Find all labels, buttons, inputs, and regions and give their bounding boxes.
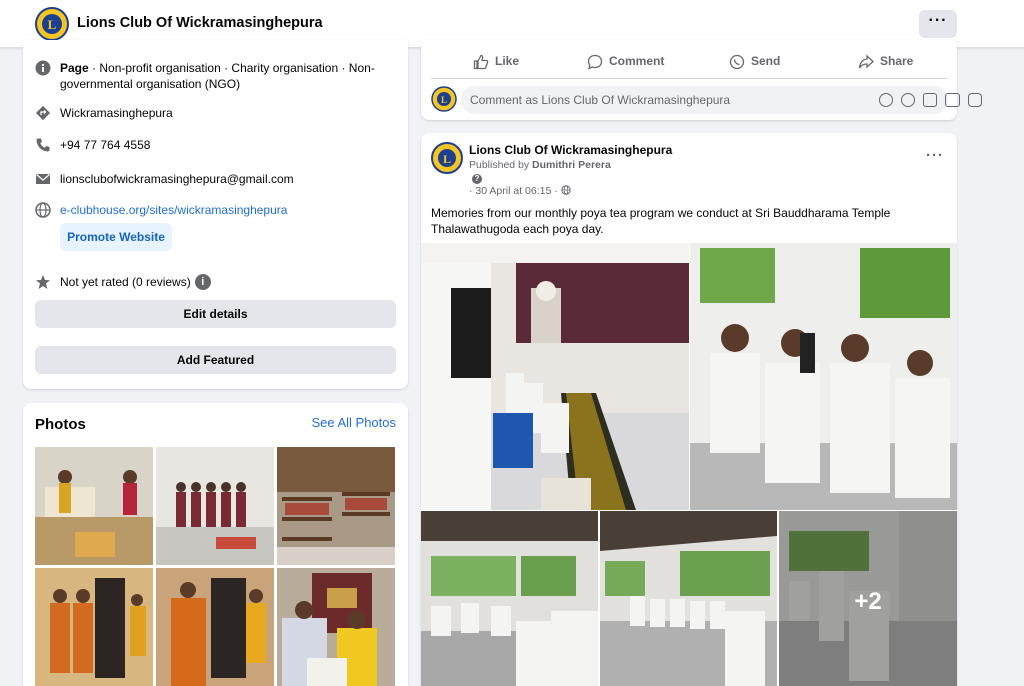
post-action-card: Like Comment Send Share L Comment as Lio… bbox=[421, 40, 982, 120]
post-author-name[interactable]: Lions Club Of Wickramasinghepura bbox=[469, 143, 672, 157]
rating-info-icon[interactable]: i bbox=[194, 274, 211, 290]
phone-icon bbox=[36, 138, 50, 152]
post-image[interactable] bbox=[421, 243, 689, 510]
photo-thumbnail[interactable] bbox=[156, 447, 274, 565]
photo-thumbnail[interactable] bbox=[35, 568, 153, 686]
lions-logo-icon[interactable]: L bbox=[35, 7, 69, 41]
avatar-sticker-icon[interactable] bbox=[879, 93, 893, 107]
divider bbox=[431, 78, 947, 79]
globe-privacy-icon bbox=[560, 185, 571, 195]
location-text: Wickramasinghepura bbox=[60, 106, 173, 120]
share-icon bbox=[858, 54, 874, 69]
sticker-icon[interactable] bbox=[968, 93, 982, 107]
share-label: Share bbox=[880, 54, 914, 69]
phone-text: +94 77 764 4558 bbox=[60, 138, 151, 152]
category-prefix: Page bbox=[60, 61, 89, 75]
post-text: Memories from our monthly poya tea progr… bbox=[431, 206, 891, 236]
comment-placeholder: Comment as Lions Club Of Wickramasinghep… bbox=[470, 93, 731, 107]
published-prefix: Published by bbox=[469, 159, 533, 171]
commenter-avatar: L bbox=[431, 86, 457, 112]
post-date[interactable]: · 30 April at 06:15 · bbox=[469, 185, 571, 197]
svg-text:L: L bbox=[441, 95, 447, 105]
post-date-text: · 30 April at 06:15 · bbox=[469, 185, 558, 197]
whatsapp-icon bbox=[729, 54, 745, 70]
globe-icon bbox=[35, 202, 51, 218]
photo-thumbnail[interactable] bbox=[35, 447, 153, 565]
post-image[interactable] bbox=[690, 243, 957, 510]
directions-icon bbox=[35, 105, 51, 121]
website-link[interactable]: e-clubhouse.org/sites/wickramasinghepura bbox=[60, 202, 380, 218]
help-icon[interactable]: ? bbox=[472, 174, 482, 184]
photo-thumbnail[interactable] bbox=[277, 447, 395, 565]
edit-details-button[interactable]: Edit details bbox=[35, 300, 396, 328]
emoji-icon[interactable] bbox=[901, 93, 915, 107]
svg-text:L: L bbox=[443, 152, 451, 166]
see-all-photos-link[interactable]: See All Photos bbox=[311, 415, 396, 430]
post-card: L Lions Club Of Wickramasinghepura Publi… bbox=[421, 133, 957, 686]
comment-input[interactable]: Comment as Lions Club Of Wickramasinghep… bbox=[461, 86, 982, 114]
info-icon bbox=[35, 60, 51, 76]
send-label: Send bbox=[751, 54, 781, 69]
gif-icon[interactable] bbox=[945, 93, 960, 107]
email-icon bbox=[36, 174, 50, 184]
intro-card: Page · Non-profit organisation · Charity… bbox=[23, 40, 408, 389]
send-button[interactable]: Send bbox=[729, 54, 780, 70]
photos-title: Photos bbox=[35, 416, 86, 433]
add-featured-button[interactable]: Add Featured bbox=[35, 346, 396, 374]
photo-thumbnail[interactable] bbox=[156, 568, 274, 686]
post-more-options-button[interactable]: ··· bbox=[926, 147, 944, 164]
comment-icon bbox=[587, 54, 603, 70]
share-button[interactable]: Share bbox=[858, 54, 913, 70]
published-by-line: Published by Dumithri Perera bbox=[469, 159, 611, 171]
post-image[interactable] bbox=[421, 511, 598, 686]
rating-text: Not yet rated (0 reviews) bbox=[60, 275, 191, 289]
post-image-more[interactable]: +2 bbox=[779, 511, 957, 686]
photos-card: Photos See All Photos bbox=[23, 403, 408, 686]
like-label: Like bbox=[495, 54, 520, 69]
like-button[interactable]: Like bbox=[473, 54, 519, 70]
promote-website-button[interactable]: Promote Website bbox=[60, 223, 172, 251]
svg-text:L: L bbox=[48, 17, 57, 32]
more-options-button[interactable]: ··· bbox=[919, 10, 957, 38]
page-title: Lions Club Of Wickramasinghepura bbox=[77, 15, 323, 31]
star-icon bbox=[36, 275, 50, 289]
post-image[interactable] bbox=[600, 511, 777, 686]
category-text: · Non-profit organisation · Charity orga… bbox=[60, 61, 375, 91]
comment-button[interactable]: Comment bbox=[587, 54, 664, 70]
comment-label: Comment bbox=[609, 54, 665, 69]
like-icon bbox=[473, 54, 489, 70]
camera-icon[interactable] bbox=[923, 93, 937, 107]
more-photos-count: +2 bbox=[779, 511, 957, 686]
publisher-name[interactable]: Dumithri Perera bbox=[532, 159, 611, 171]
email-text: lionsclubofwickramasinghepura@gmail.com bbox=[60, 172, 294, 186]
photo-thumbnail[interactable] bbox=[277, 568, 395, 686]
post-author-avatar[interactable]: L bbox=[431, 142, 463, 174]
